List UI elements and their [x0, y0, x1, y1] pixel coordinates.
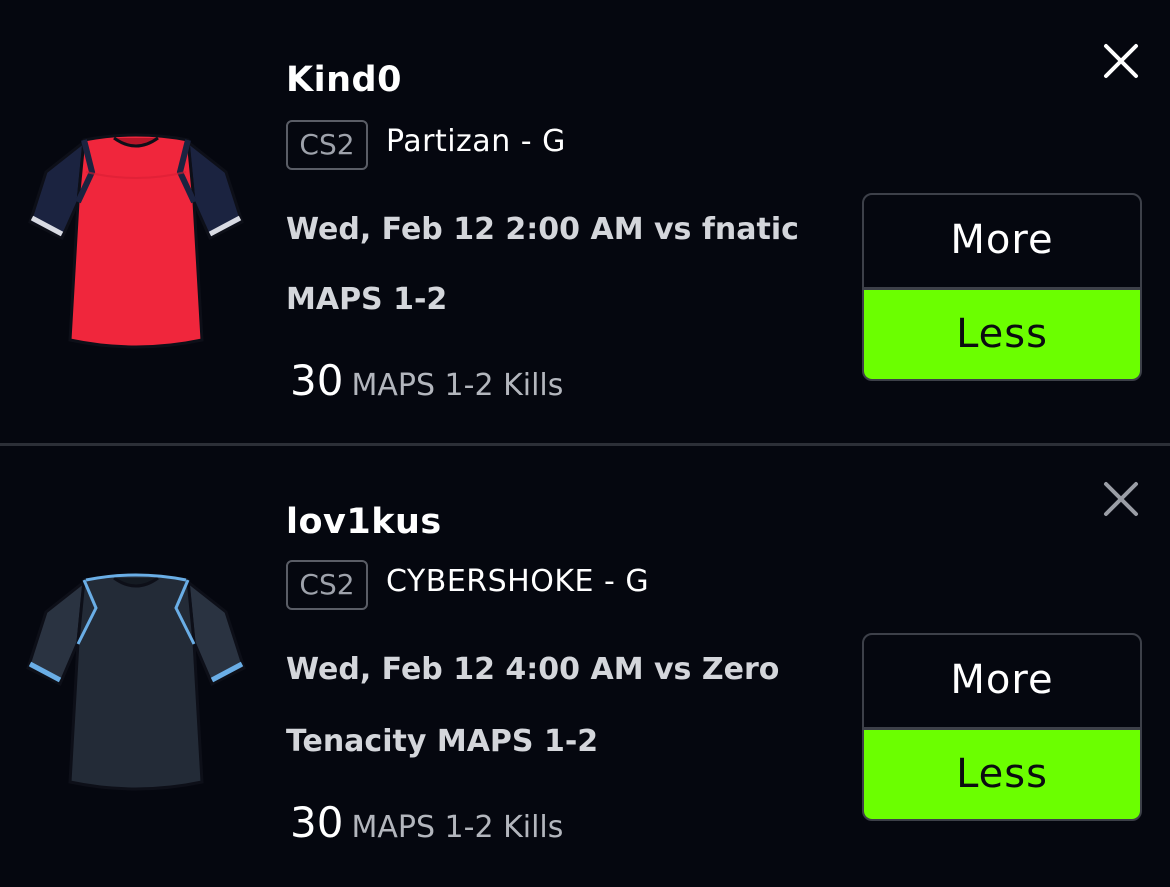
- less-button[interactable]: Less: [864, 730, 1140, 819]
- league-badge: CS2: [286, 120, 368, 170]
- league-badge: CS2: [286, 560, 368, 610]
- stat-line: 30 MAPS 1-2 Kills: [290, 356, 563, 405]
- line-value: 30: [290, 356, 344, 405]
- team-position: CYBERSHOKE - G: [386, 564, 650, 599]
- player-name: Kind0: [286, 60, 402, 100]
- player-name: lov1kus: [286, 502, 442, 542]
- dark-jersey-icon: [26, 572, 246, 792]
- match-info: Wed, Feb 12 2:00 AM vs fnatic: [286, 212, 799, 247]
- projection-scope: MAPS 1-2: [286, 282, 448, 317]
- more-button[interactable]: More: [864, 195, 1140, 290]
- close-icon[interactable]: [1098, 38, 1144, 84]
- projection-card: lov1kus CS2 CYBERSHOKE - G Wed, Feb 12 4…: [0, 446, 1170, 887]
- projection-card: Kind0 CS2 Partizan - G Wed, Feb 12 2:00 …: [0, 0, 1170, 441]
- stat-type: MAPS 1-2 Kills: [351, 810, 564, 845]
- less-button[interactable]: Less: [864, 290, 1140, 379]
- close-icon[interactable]: [1098, 476, 1144, 522]
- team-position: Partizan - G: [386, 124, 566, 159]
- red-jersey-icon: [26, 132, 246, 352]
- stat-type: MAPS 1-2 Kills: [351, 368, 564, 403]
- line-value: 30: [290, 798, 344, 847]
- projection-scope: Tenacity MAPS 1-2: [286, 724, 599, 759]
- more-less-selector: More Less: [862, 193, 1142, 381]
- more-button[interactable]: More: [864, 635, 1140, 730]
- more-less-selector: More Less: [862, 633, 1142, 821]
- match-info: Wed, Feb 12 4:00 AM vs Zero: [286, 652, 780, 687]
- stat-line: 30 MAPS 1-2 Kills: [290, 798, 563, 847]
